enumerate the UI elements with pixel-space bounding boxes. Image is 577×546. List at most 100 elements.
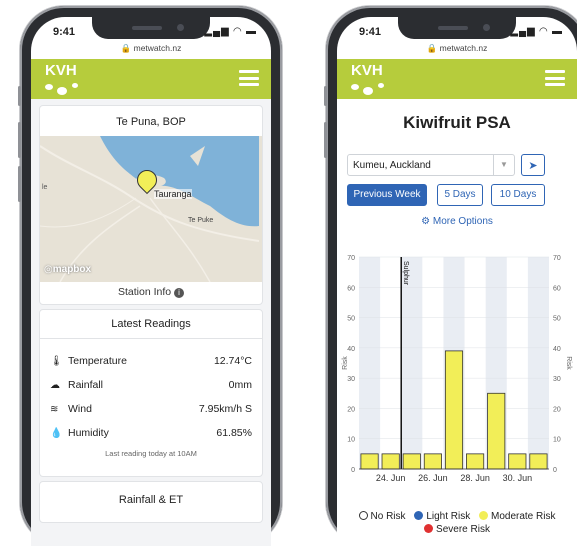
app-header: KVH — [31, 59, 271, 99]
y-tick-label-right: 60 — [553, 285, 561, 292]
reading-value: 12.74°C — [213, 355, 252, 367]
chart-bar — [529, 453, 548, 470]
rainfall-et-card[interactable]: Rainfall & ET — [39, 481, 263, 523]
map-label-edge: le — [42, 184, 48, 191]
location-select-value: Kumeu, Auckland — [353, 160, 431, 171]
legend-dot-no-risk — [358, 511, 368, 520]
x-tick-label: 30. Jun — [503, 473, 533, 483]
x-tick-label: 26. Jun — [418, 473, 448, 483]
y-tick-label-left: 0 — [351, 467, 355, 474]
location-arrow-icon: ➤ — [528, 160, 538, 172]
status-bar: 9:41 ▂▄▆ ◠ ▬ — [337, 23, 577, 41]
y-tick-label-right: 20 — [553, 406, 561, 413]
chart-band — [359, 257, 381, 469]
reading-label: Wind — [68, 403, 92, 415]
y-tick-label-left: 10 — [347, 437, 355, 444]
url-bar[interactable]: 🔒 metwatch.nz — [31, 43, 271, 54]
left-screen: 9:41 ▂▄▆ ◠ ▬ 🔒 metwatch.nz KVH Te Puna, … — [31, 17, 271, 546]
chart-band — [527, 257, 549, 469]
chart-bar — [402, 453, 421, 470]
chart-bar — [381, 453, 400, 470]
hamburger-menu-icon[interactable] — [239, 70, 259, 86]
chart-bar — [466, 453, 485, 470]
left-content: Te Puna, BOP Tauranga Te Puke le ◎mapbox… — [31, 99, 271, 546]
legend-item-severe-risk[interactable]: Severe Risk — [424, 524, 490, 535]
y-tick-label-left: 30 — [347, 376, 355, 383]
y-tick-label-right: 70 — [553, 255, 561, 262]
x-tick-label: 28. Jun — [460, 473, 490, 483]
mute-switch — [324, 86, 327, 106]
legend-item-no-risk[interactable]: No Risk — [358, 511, 406, 522]
wind-icon: ≋ — [50, 403, 59, 415]
chart-bar — [508, 453, 527, 470]
latest-readings-card: Latest Readings 🌡 Temperature 12.74°C ☁ … — [39, 309, 263, 477]
y-tick-label-right: 50 — [553, 316, 561, 323]
volume-up-button — [324, 122, 327, 158]
status-time: 9:41 — [359, 26, 382, 38]
station-info-link[interactable]: Station Info i — [40, 286, 262, 298]
annotation-label: Sulphur — [402, 261, 409, 286]
kvh-logo[interactable]: KVH — [45, 62, 78, 95]
app-header: KVH — [337, 59, 577, 99]
locate-me-button[interactable]: ➤ — [521, 154, 545, 176]
signal-wifi-battery-icon: ▂▄▆ ◠ ▬ — [204, 26, 257, 37]
reading-label: Rainfall — [68, 379, 104, 391]
y-tick-label-left: 60 — [347, 285, 355, 292]
url-text: metwatch.nz — [133, 43, 182, 53]
legend-item-light-risk[interactable]: Light Risk — [414, 511, 470, 522]
reading-row-wind: ≋ Wind 7.95km/h S — [40, 397, 262, 421]
reading-row-rainfall: ☁ Rainfall 0mm — [40, 373, 262, 397]
chevron-down-icon: ▼ — [493, 155, 514, 175]
url-bar[interactable]: 🔒 metwatch.nz — [337, 43, 577, 54]
chart-band — [401, 257, 423, 469]
last-reading-text: Last reading today at 10AM — [105, 449, 197, 458]
legend-item-moderate-risk[interactable]: Moderate Risk — [479, 511, 555, 522]
y-tick-label-left: 40 — [347, 346, 355, 353]
chart-bar — [487, 392, 506, 470]
latest-readings-title: Latest Readings — [40, 310, 262, 339]
more-options-link[interactable]: ⚙ More Options — [337, 216, 577, 227]
legend-dot-severe-risk — [424, 524, 434, 533]
signal-wifi-battery-icon: ▂▄▆ ◠ ▬ — [510, 26, 563, 37]
volume-up-button — [18, 122, 21, 158]
reading-value: 7.95km/h S — [198, 403, 252, 415]
y-tick-label-left: 50 — [347, 316, 355, 323]
hamburger-menu-icon[interactable] — [545, 70, 565, 86]
station-map[interactable]: Tauranga Te Puke le ◎mapbox — [40, 136, 262, 282]
right-screen: 9:41 ▂▄▆ ◠ ▬ 🔒 metwatch.nz KVH Kiwifruit… — [337, 17, 577, 546]
reading-value: 0mm — [228, 379, 252, 391]
logo-text: KVH — [45, 62, 77, 79]
ten-days-button[interactable]: 10 Days — [491, 184, 545, 206]
chart-bar — [444, 350, 464, 470]
reading-row-temperature: 🌡 Temperature 12.74°C — [40, 349, 262, 373]
station-card: Te Puna, BOP Tauranga Te Puke le ◎mapbox… — [39, 105, 263, 305]
reading-label: Temperature — [68, 355, 127, 367]
rain-cloud-icon: ☁ — [50, 379, 60, 391]
map-label-city: Tauranga — [154, 189, 192, 199]
map-label-town: Te Puke — [188, 217, 214, 224]
y-axis-label-left: Risk — [342, 356, 349, 370]
mapbox-attribution[interactable]: ◎mapbox — [44, 264, 91, 275]
y-tick-label-right: 10 — [553, 437, 561, 444]
reading-row-humidity: 💧 Humidity 61.85% — [40, 421, 262, 445]
five-days-button[interactable]: 5 Days — [437, 184, 483, 206]
reading-value: 61.85% — [216, 427, 252, 439]
y-tick-label-right: 0 — [553, 467, 557, 474]
chart-bar — [423, 453, 442, 470]
location-title: Te Puna, BOP — [116, 116, 186, 128]
y-tick-label-right: 30 — [553, 376, 561, 383]
url-text: metwatch.nz — [439, 43, 488, 53]
risk-chart: 0 0 10 10 20 20 30 30 40 40 50 50 60 60 70 70 Risk Risk Su… — [342, 255, 572, 483]
y-tick-label-left: 70 — [347, 255, 355, 262]
volume-down-button — [18, 166, 21, 202]
legend-dot-moderate-risk — [479, 511, 488, 520]
location-select[interactable]: Kumeu, Auckland ▼ — [347, 154, 515, 176]
risk-legend: No Risk Light Risk Moderate Risk Severe … — [337, 511, 577, 535]
x-tick-label: 24. Jun — [376, 473, 406, 483]
previous-week-button[interactable]: Previous Week — [347, 184, 427, 206]
status-bar: 9:41 ▂▄▆ ◠ ▬ — [31, 23, 271, 41]
kvh-logo[interactable]: KVH — [351, 62, 384, 95]
left-phone-frame: 9:41 ▂▄▆ ◠ ▬ 🔒 metwatch.nz KVH Te Puna, … — [18, 6, 282, 546]
map-graphic — [40, 136, 260, 282]
mute-switch — [18, 86, 21, 106]
